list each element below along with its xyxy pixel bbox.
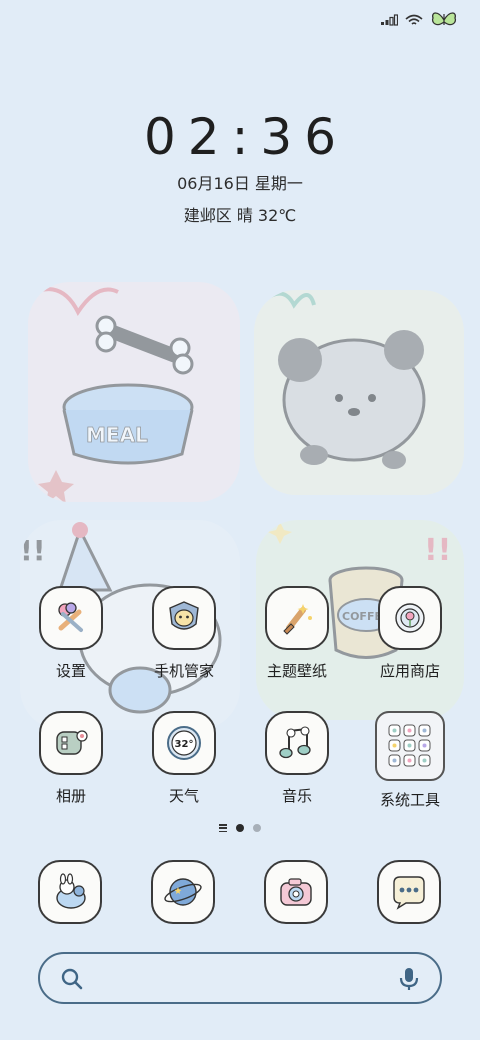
wifi-icon xyxy=(405,14,423,25)
browser-planet-icon xyxy=(164,878,202,906)
dock-phone[interactable] xyxy=(38,860,102,924)
search-icon[interactable] xyxy=(60,967,84,991)
app-music[interactable]: 音乐 xyxy=(242,711,352,806)
page-indicator[interactable] xyxy=(0,824,480,832)
app-label: 系统工具 xyxy=(379,791,440,809)
wallpaper-meal-bowl: MEAL xyxy=(28,282,240,502)
page-dot-2[interactable] xyxy=(253,824,261,832)
search-bar[interactable] xyxy=(38,952,442,1004)
clock-widget[interactable]: 02:36 06月16日 星期一 建邺区 晴 32℃ xyxy=(0,108,480,226)
weather-badge-temp: 32° xyxy=(175,739,194,750)
svg-text:!!: !! xyxy=(20,534,46,567)
app-weather[interactable]: 32° 天气 xyxy=(129,711,239,806)
app-phone-manager[interactable]: 手机管家 xyxy=(129,586,239,681)
phone-icon xyxy=(56,873,86,909)
clock-time: 02:36 xyxy=(143,108,349,166)
wallpaper-dog xyxy=(254,290,464,495)
system-tools-folder-icon[interactable] xyxy=(375,711,445,781)
clock-weather: 建邺区 晴 32℃ xyxy=(183,206,297,225)
music-icon[interactable] xyxy=(265,711,329,775)
app-gallery[interactable]: 相册 xyxy=(16,711,126,806)
status-bar xyxy=(380,10,458,30)
dock-camera[interactable] xyxy=(264,860,328,924)
dock-browser[interactable] xyxy=(151,860,215,924)
page-dot-1[interactable] xyxy=(236,824,244,832)
app-label: 设置 xyxy=(55,662,86,680)
signal-icon xyxy=(381,14,398,26)
dock-messages[interactable] xyxy=(377,860,441,924)
app-label: 主题壁纸 xyxy=(266,662,327,680)
app-label: 音乐 xyxy=(281,787,312,805)
app-settings[interactable]: 设置 xyxy=(16,586,126,681)
app-label: 应用商店 xyxy=(379,662,440,680)
app-label: 手机管家 xyxy=(153,662,214,680)
meal-bowl-text: MEAL xyxy=(86,423,148,447)
clock-date: 06月16日 星期一 xyxy=(177,174,303,193)
settings-tools-icon[interactable] xyxy=(39,586,103,650)
theme-brush-icon[interactable] xyxy=(265,586,329,650)
page-list-icon[interactable] xyxy=(219,824,227,832)
svg-text:!!: !! xyxy=(424,533,451,568)
messages-icon xyxy=(393,876,425,910)
camera-icon xyxy=(280,878,312,906)
weather-icon[interactable]: 32° xyxy=(152,711,216,775)
microphone-icon[interactable] xyxy=(398,966,420,992)
battery-butterfly-icon xyxy=(431,12,457,26)
gallery-icon[interactable] xyxy=(39,711,103,775)
app-app-store[interactable]: 应用商店 xyxy=(355,586,465,681)
phone-manager-icon[interactable] xyxy=(152,586,216,650)
app-store-icon[interactable] xyxy=(378,586,442,650)
app-label: 相册 xyxy=(55,787,86,805)
app-system-tools[interactable]: 系统工具 xyxy=(355,711,465,810)
app-theme-wallpaper[interactable]: 主题壁纸 xyxy=(242,586,352,681)
app-label: 天气 xyxy=(168,787,199,805)
